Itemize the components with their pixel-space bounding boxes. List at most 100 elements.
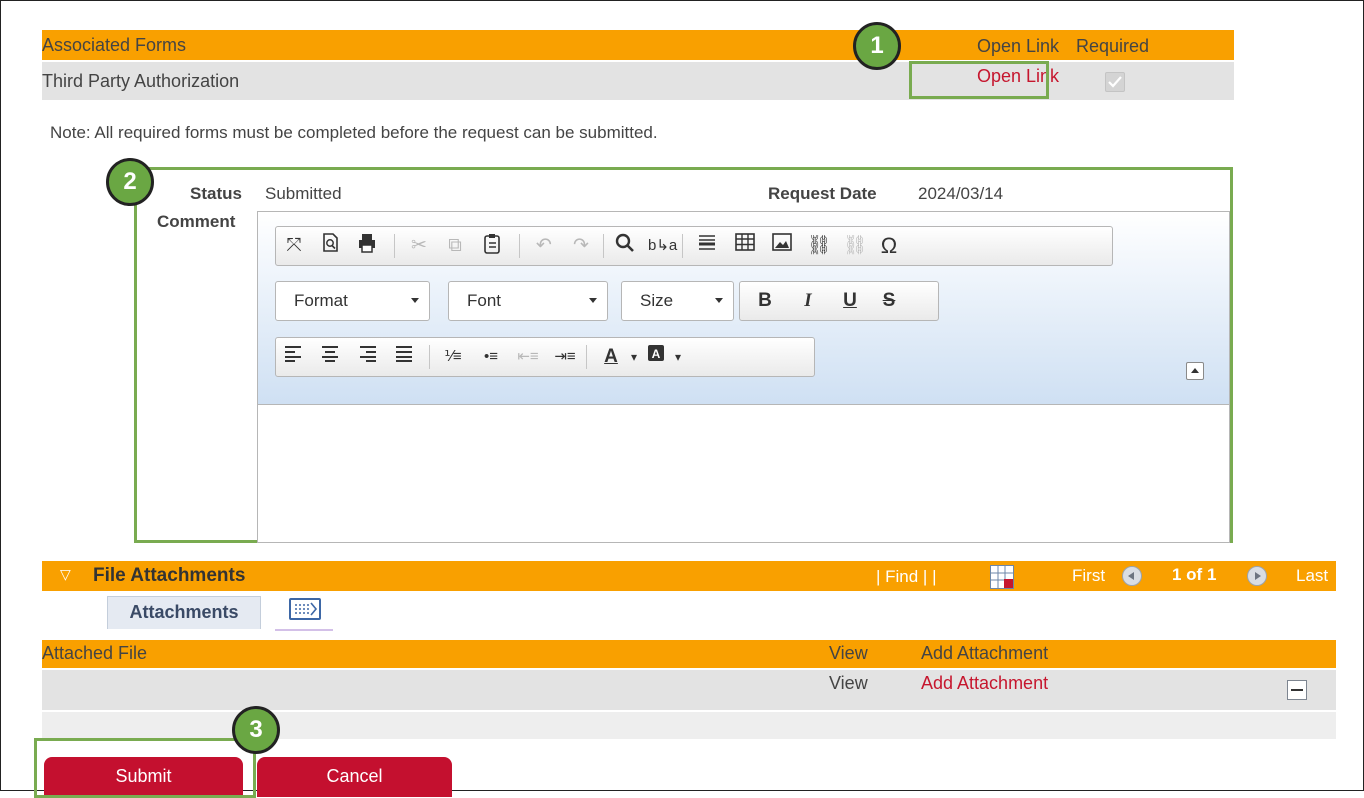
numbered-list-icon[interactable]: ⅟≡ xyxy=(440,344,466,370)
status-label: Status xyxy=(190,184,242,203)
associated-form-row: Third Party Authorization Open Link xyxy=(42,62,1234,100)
callout-badge-3: 3 xyxy=(232,706,280,754)
comment-rich-text-editor: ⤧ ✂ ⧉ ↶ ↷ b↳a ⛓ ⛓ Ω Format Font Size B I… xyxy=(257,211,1230,543)
image-icon-svg xyxy=(772,233,792,251)
print-icon-svg xyxy=(359,234,375,253)
align-center-icon[interactable] xyxy=(317,344,343,370)
bold-icon[interactable]: B xyxy=(752,288,778,314)
row-count: 1 of 1 xyxy=(1172,565,1217,584)
checkmark-icon xyxy=(1108,76,1122,88)
previous-arrow-icon[interactable] xyxy=(1122,566,1142,586)
open-link-column-header: Open Link xyxy=(977,36,1060,56)
file-attachments-title: File Attachments xyxy=(93,565,246,586)
view-column-header: View xyxy=(829,643,868,663)
font-dropdown-label: Font xyxy=(467,291,502,310)
unlink-icon[interactable]: ⛓ xyxy=(842,233,868,259)
cancel-button[interactable]: Cancel xyxy=(257,757,452,797)
grid-view-icon-svg xyxy=(991,566,1013,588)
view-link: View xyxy=(829,673,868,693)
align-left-icon-svg xyxy=(285,346,301,362)
highlight-open-link xyxy=(909,61,1049,99)
special-character-icon[interactable]: Ω xyxy=(876,233,902,259)
align-right-icon-svg xyxy=(360,346,376,362)
image-icon[interactable] xyxy=(769,233,795,259)
toolbar-basic-styles: B I U S xyxy=(739,281,939,321)
add-attachment-column-header: Add Attachment xyxy=(921,643,1049,663)
required-column-header: Required xyxy=(1076,36,1150,56)
find-icon-svg xyxy=(615,233,634,252)
maximize-icon[interactable]: ⤧ xyxy=(281,233,307,259)
horizontal-rule-icon[interactable] xyxy=(694,233,720,259)
associated-forms-title: Associated Forms xyxy=(42,35,187,55)
associated-forms-header: Associated Forms Open Link Required xyxy=(42,30,1234,60)
tab-attachments[interactable]: Attachments xyxy=(107,596,261,629)
svg-text:A: A xyxy=(652,347,661,361)
grid-view-icon[interactable] xyxy=(990,565,1014,589)
attachment-row: View Add Attachment xyxy=(42,670,1336,710)
show-all-columns-icon xyxy=(289,598,321,620)
bulleted-list-icon[interactable]: •≡ xyxy=(478,344,504,370)
attached-file-column-header: Attached File xyxy=(42,643,148,663)
find-link[interactable]: | Find | | xyxy=(876,567,937,587)
font-dropdown[interactable]: Font xyxy=(448,281,608,321)
align-center-icon-svg xyxy=(322,346,338,362)
paste-icon[interactable] xyxy=(479,233,505,259)
comment-label: Comment xyxy=(157,212,236,231)
required-forms-note: Note: All required forms must be complet… xyxy=(50,123,658,142)
highlight-submit xyxy=(34,738,256,798)
toolbar-row-1: ⤧ ✂ ⧉ ↶ ↷ b↳a ⛓ ⛓ Ω xyxy=(275,226,1113,266)
comment-text-area[interactable] xyxy=(258,405,1229,541)
decrease-indent-icon[interactable]: ⇤≡ xyxy=(515,344,541,370)
chevron-down-icon xyxy=(715,298,723,303)
request-date-label: Request Date xyxy=(768,184,877,203)
cut-icon[interactable]: ✂ xyxy=(406,233,432,259)
collapse-triangle-icon[interactable]: ▽ xyxy=(60,566,71,583)
show-all-columns-icon-svg xyxy=(295,602,318,616)
replace-icon[interactable]: b↳a xyxy=(648,233,677,259)
chevron-down-icon xyxy=(411,298,419,303)
format-dropdown-label: Format xyxy=(294,291,348,310)
preview-icon[interactable] xyxy=(318,233,344,259)
delete-row-button[interactable] xyxy=(1287,680,1307,700)
table-icon-svg xyxy=(735,233,755,251)
tab-show-all-columns[interactable] xyxy=(275,596,333,631)
next-arrow-icon[interactable] xyxy=(1247,566,1267,586)
status-value: Submitted xyxy=(265,184,342,203)
callout-badge-1: 1 xyxy=(853,22,901,70)
chevron-down-icon[interactable]: ▾ xyxy=(665,344,691,370)
strikethrough-icon[interactable]: S xyxy=(876,288,902,314)
size-dropdown[interactable]: Size xyxy=(621,281,734,321)
align-right-icon[interactable] xyxy=(355,344,381,370)
required-checkbox xyxy=(1105,72,1125,92)
preview-icon-svg xyxy=(323,233,338,252)
italic-icon[interactable]: I xyxy=(795,288,821,314)
redo-icon[interactable]: ↷ xyxy=(568,233,594,259)
table-icon[interactable] xyxy=(732,233,758,259)
underline-icon[interactable]: U xyxy=(837,288,863,314)
form-name: Third Party Authorization xyxy=(42,71,240,91)
nav-first[interactable]: First xyxy=(1072,566,1105,586)
format-dropdown[interactable]: Format xyxy=(275,281,430,321)
nav-last[interactable]: Last xyxy=(1296,566,1328,586)
add-attachment-link[interactable]: Add Attachment xyxy=(921,673,1048,694)
paste-icon-svg xyxy=(484,234,500,254)
horizontal-rule-icon-svg xyxy=(699,235,715,250)
align-left-icon[interactable] xyxy=(280,344,306,370)
tab-attachments-label: Attachments xyxy=(129,602,239,622)
link-icon[interactable]: ⛓ xyxy=(806,233,832,259)
print-icon[interactable] xyxy=(354,233,380,259)
increase-indent-icon[interactable]: ⇥≡ xyxy=(552,344,578,370)
callout-badge-2: 2 xyxy=(106,158,154,206)
justify-icon-svg xyxy=(396,346,412,362)
justify-icon[interactable] xyxy=(391,344,417,370)
editor-toolbar: ⤧ ✂ ⧉ ↶ ↷ b↳a ⛓ ⛓ Ω Format Font Size B I… xyxy=(258,212,1229,405)
undo-icon[interactable]: ↶ xyxy=(531,233,557,259)
toolbar-collapse-button[interactable] xyxy=(1186,362,1204,380)
copy-icon[interactable]: ⧉ xyxy=(442,233,468,259)
find-icon[interactable] xyxy=(612,233,638,259)
toolbar-row-3: ⅟≡ •≡ ⇤≡ ⇥≡ A ▾ A ▾ xyxy=(275,337,815,377)
chevron-down-icon xyxy=(589,298,597,303)
size-dropdown-label: Size xyxy=(640,291,674,310)
background-color-icon-svg: A xyxy=(648,345,664,361)
file-attachments-header: ▽ File Attachments | Find | | First 1 of… xyxy=(42,561,1336,591)
